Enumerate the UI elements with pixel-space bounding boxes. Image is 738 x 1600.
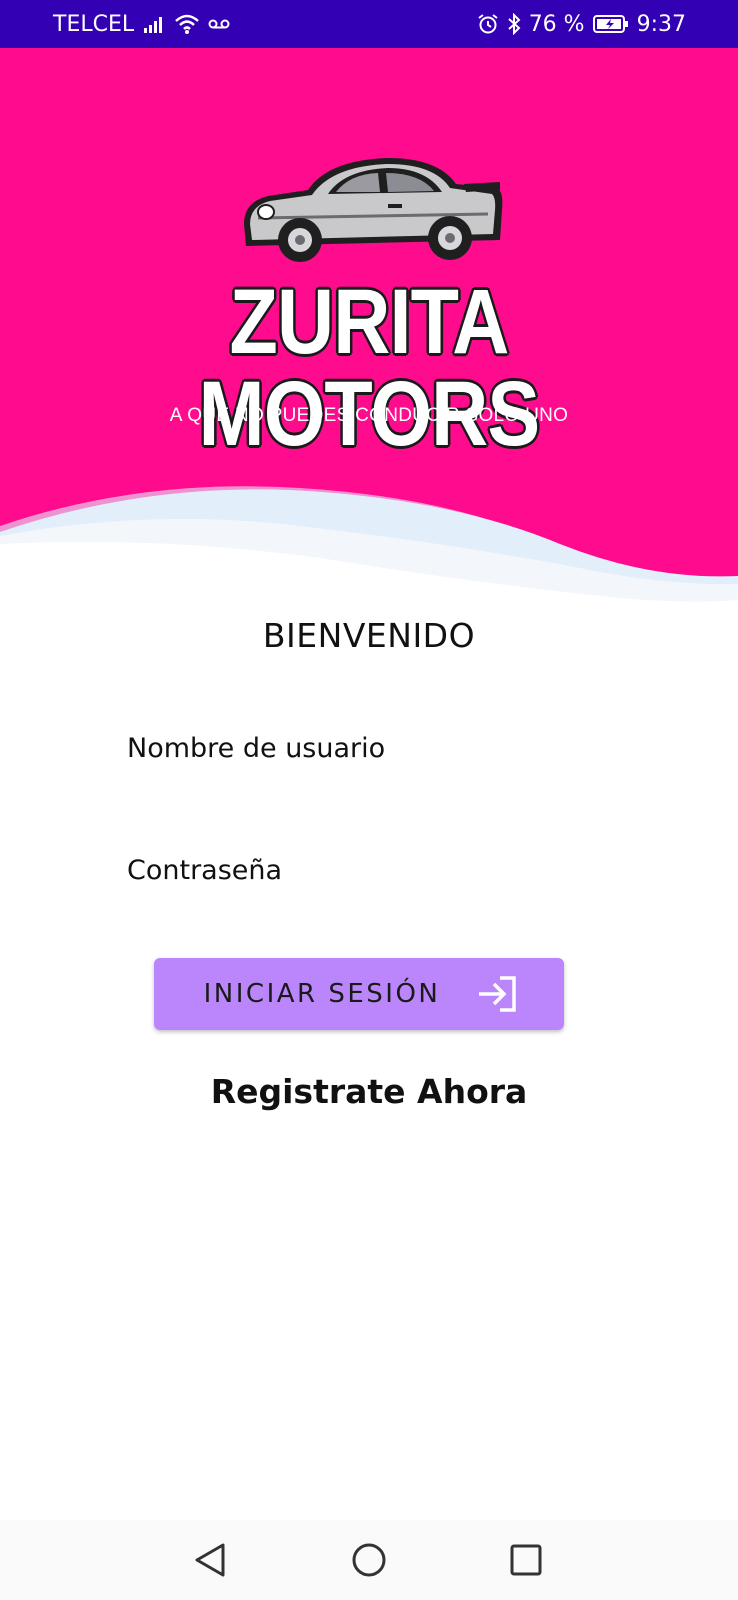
register-link[interactable]: Registrate Ahora [0,1072,738,1111]
clock: 9:37 [636,11,686,37]
home-icon[interactable] [339,1530,399,1590]
back-icon[interactable] [180,1530,240,1590]
status-bar: TELCEL 76 % 9:37 [0,0,738,48]
password-input[interactable] [127,840,607,900]
battery-percent: 76 % [528,11,585,37]
wifi-icon [174,13,200,35]
brand-title: ZURITA MOTORS [198,271,541,465]
status-right: 76 % 9:37 [477,12,686,37]
recents-icon[interactable] [496,1530,556,1590]
voicemail-icon [208,17,230,31]
bluetooth-icon [507,13,521,35]
username-input[interactable] [127,718,607,778]
alarm-icon [477,13,499,35]
battery-charging-icon [592,14,629,34]
brand-slogan: A QUE NO PUEDES CONDUCIR SOLO UNO [169,405,569,426]
welcome-heading: BIENVENIDO [262,616,476,655]
login-button[interactable]: INICIAR SESIÓN [154,958,564,1030]
signal-icon [142,15,166,33]
system-nav-bar [0,1520,738,1600]
login-icon [476,975,518,1013]
carrier-name: TELCEL [53,11,135,37]
status-left: TELCEL [53,12,230,37]
wave-divider [0,489,738,612]
car-logo-image [244,158,503,262]
login-button-label: INICIAR SESIÓN [203,979,441,1009]
